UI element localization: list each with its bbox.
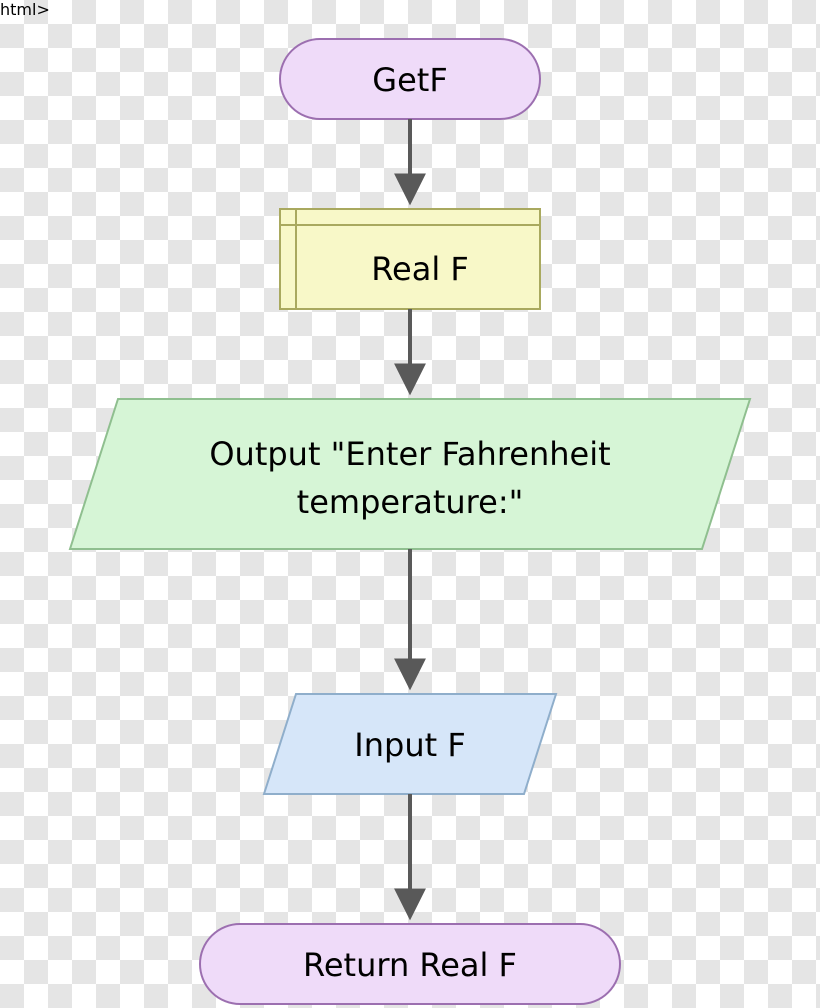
io-output-line1: Output "Enter Fahrenheit (209, 435, 610, 473)
process-declare-label: Real F (371, 250, 469, 288)
terminator-return-label: Return Real F (303, 946, 517, 984)
io-input: Input F (264, 694, 556, 794)
flowchart: GetF Real F Output "Enter Fahrenheit tem… (0, 19, 820, 1008)
terminator-return: Return Real F (200, 924, 620, 1004)
io-output: Output "Enter Fahrenheit temperature:" (70, 399, 750, 549)
process-declare: Real F (280, 209, 540, 309)
terminator-start-label: GetF (372, 61, 447, 99)
terminator-start: GetF (280, 39, 540, 119)
io-input-label: Input F (354, 726, 465, 764)
io-output-line2: temperature:" (297, 483, 524, 521)
